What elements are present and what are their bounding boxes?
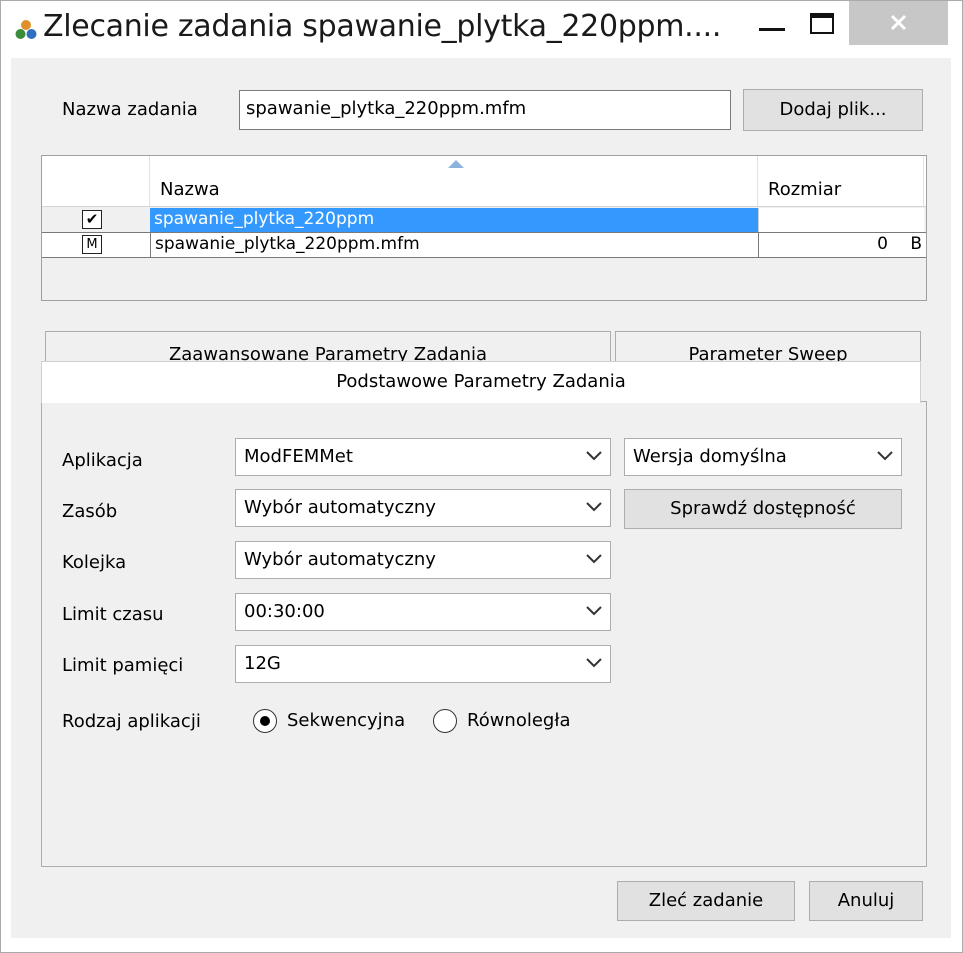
memory-limit-select[interactable]: 12G xyxy=(235,645,611,683)
title-bar[interactable]: Zlecanie zadania spawanie_plytka_220ppm.… xyxy=(1,1,962,57)
job-name-input[interactable]: spawanie_plytka_220ppm.mfm xyxy=(239,90,731,130)
chevron-down-icon xyxy=(586,502,602,512)
mfm-file-icon: M xyxy=(82,235,102,254)
column-header-check[interactable] xyxy=(42,156,150,206)
sequential-radio[interactable] xyxy=(253,709,277,733)
app-flower-icon xyxy=(15,20,37,39)
job-submit-dialog: Zlecanie zadania spawanie_plytka_220ppm.… xyxy=(0,0,963,953)
sequential-label[interactable]: Sekwencyjna xyxy=(287,710,405,731)
resource-select[interactable]: Wybór automatyczny xyxy=(235,489,611,527)
version-select[interactable]: Wersja domyślna xyxy=(624,438,902,476)
resource-label: Zasób xyxy=(62,501,118,522)
chevron-down-icon xyxy=(586,554,602,564)
chevron-down-icon xyxy=(586,606,602,616)
job-name-label: Nazwa zadania xyxy=(62,99,198,120)
column-header-name[interactable]: Nazwa xyxy=(150,156,758,206)
row-check-cell[interactable]: ✔ xyxy=(42,208,150,232)
table-header: Nazwa Rozmiar xyxy=(42,156,926,207)
application-select[interactable]: ModFEMMet xyxy=(235,438,611,476)
chevron-down-icon xyxy=(586,451,602,461)
chevron-down-icon xyxy=(877,451,893,461)
memory-limit-value: 12G xyxy=(244,653,281,674)
parallel-label[interactable]: Równoległa xyxy=(467,710,571,731)
sort-ascending-icon xyxy=(448,160,464,168)
queue-value: Wybór automatyczny xyxy=(244,549,436,570)
chevron-down-icon xyxy=(586,658,602,668)
minimize-icon xyxy=(759,28,785,31)
radio-selected-dot xyxy=(260,716,270,726)
checkbox-checked-icon: ✔ xyxy=(82,210,102,229)
time-limit-value: 00:30:00 xyxy=(244,601,325,622)
minimize-button[interactable] xyxy=(749,1,795,45)
table-row[interactable]: M spawanie_plytka_220ppm.mfm 0 B xyxy=(42,232,926,258)
application-value: ModFEMMet xyxy=(244,446,353,467)
row-name-cell: spawanie_plytka_220ppm.mfm xyxy=(150,233,758,257)
parallel-radio[interactable] xyxy=(433,709,457,733)
table-row[interactable]: ✔ spawanie_plytka_220ppm xyxy=(42,208,926,232)
queue-select[interactable]: Wybór automatyczny xyxy=(235,541,611,579)
tab-parameter-sweep[interactable]: Parameter Sweep xyxy=(615,331,921,365)
add-file-button[interactable]: Dodaj plik... xyxy=(743,89,923,131)
cancel-button[interactable]: Anuluj xyxy=(809,881,923,921)
check-availability-button[interactable]: Sprawdź dostępność xyxy=(624,489,902,529)
column-header-size[interactable]: Rozmiar xyxy=(758,156,924,206)
memory-limit-label: Limit pamięci xyxy=(62,655,184,676)
app-type-label: Rodzaj aplikacji xyxy=(62,711,201,732)
version-value: Wersja domyślna xyxy=(633,446,787,467)
maximize-icon xyxy=(810,13,834,34)
maximize-button[interactable] xyxy=(799,1,845,45)
window-title: Zlecanie zadania spawanie_plytka_220ppm.… xyxy=(43,9,722,44)
application-label: Aplikacja xyxy=(62,450,143,471)
row-size-cell xyxy=(758,208,924,232)
queue-label: Kolejka xyxy=(62,552,127,573)
close-icon xyxy=(890,14,907,31)
size-value: 0 xyxy=(877,234,888,254)
row-check-cell: M xyxy=(42,233,150,257)
row-size-cell: 0 B xyxy=(758,233,924,257)
time-limit-select[interactable]: 00:30:00 xyxy=(235,593,611,631)
size-unit: B xyxy=(910,234,922,254)
submit-job-button[interactable]: Zleć zadanie xyxy=(617,881,795,921)
column-label-size: Rozmiar xyxy=(768,179,842,200)
tab-advanced-parameters[interactable]: Zaawansowane Parametry Zadania xyxy=(45,331,611,365)
close-button[interactable] xyxy=(849,1,948,45)
tab-basic-parameters[interactable]: Podstawowe Parametry Zadania xyxy=(41,361,921,403)
time-limit-label: Limit czasu xyxy=(62,604,164,625)
resource-value: Wybór automatyczny xyxy=(244,497,436,518)
file-table: Nazwa Rozmiar ✔ spawanie_plytka_220ppm M… xyxy=(41,155,927,301)
column-label-name: Nazwa xyxy=(160,179,220,200)
row-name-cell: spawanie_plytka_220ppm xyxy=(150,208,758,232)
